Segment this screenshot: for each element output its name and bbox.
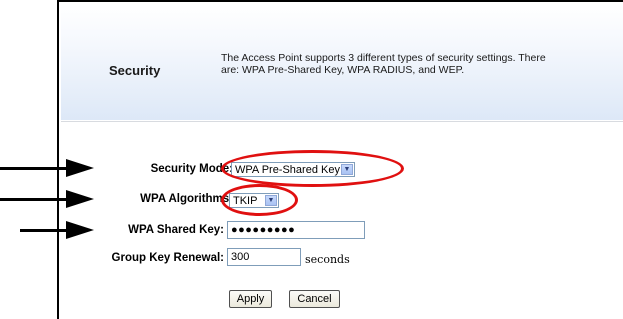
page-title: Security (109, 63, 161, 78)
wpa-shared-key-input[interactable]: ●●●●●●●●● (227, 221, 365, 239)
security-mode-label: Security Mode: (150, 163, 233, 175)
header-divider (61, 121, 623, 122)
arrow-icon (0, 198, 70, 201)
description-line-2: are: WPA Pre-Shared Key, WPA RADIUS, and… (221, 64, 465, 76)
arrowhead-icon (66, 159, 94, 177)
apply-button[interactable]: Apply (229, 290, 272, 308)
arrow-icon (0, 167, 70, 170)
wpa-algorithms-highlight (221, 184, 298, 216)
group-key-renewal-input[interactable]: 300 (227, 248, 301, 266)
arrow-icon (20, 229, 70, 232)
group-key-renewal-unit: seconds (305, 253, 350, 266)
arrowhead-icon (66, 190, 94, 208)
wpa-algorithms-label: WPA Algorithms: (140, 193, 233, 205)
description-line-1: The Access Point supports 3 different ty… (221, 52, 546, 64)
wpa-shared-key-label: WPA Shared Key: (128, 224, 224, 236)
security-description: The Access Point supports 3 different ty… (221, 52, 623, 76)
group-key-renewal-label: Group Key Renewal: (111, 252, 224, 264)
arrowhead-icon (66, 221, 94, 239)
cancel-button[interactable]: Cancel (289, 290, 340, 308)
security-mode-highlight (221, 150, 404, 187)
